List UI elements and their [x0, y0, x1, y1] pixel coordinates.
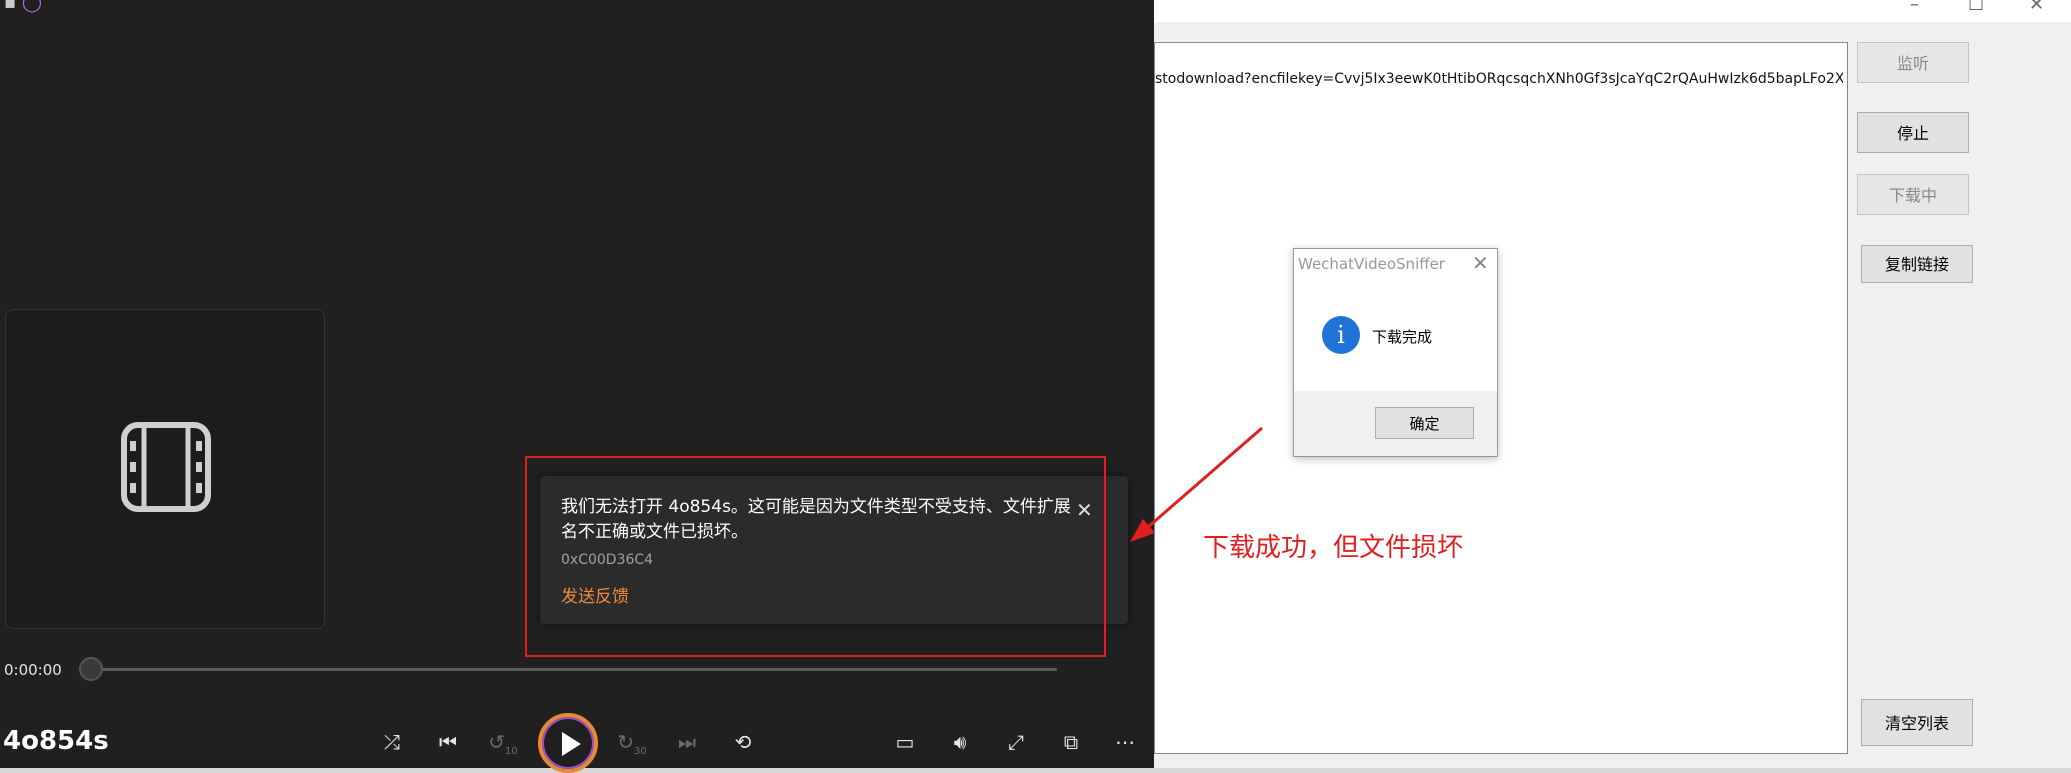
annotation-arrow — [1130, 426, 1263, 542]
annotation-text: 下载成功，但文件损坏 — [1203, 533, 1464, 563]
